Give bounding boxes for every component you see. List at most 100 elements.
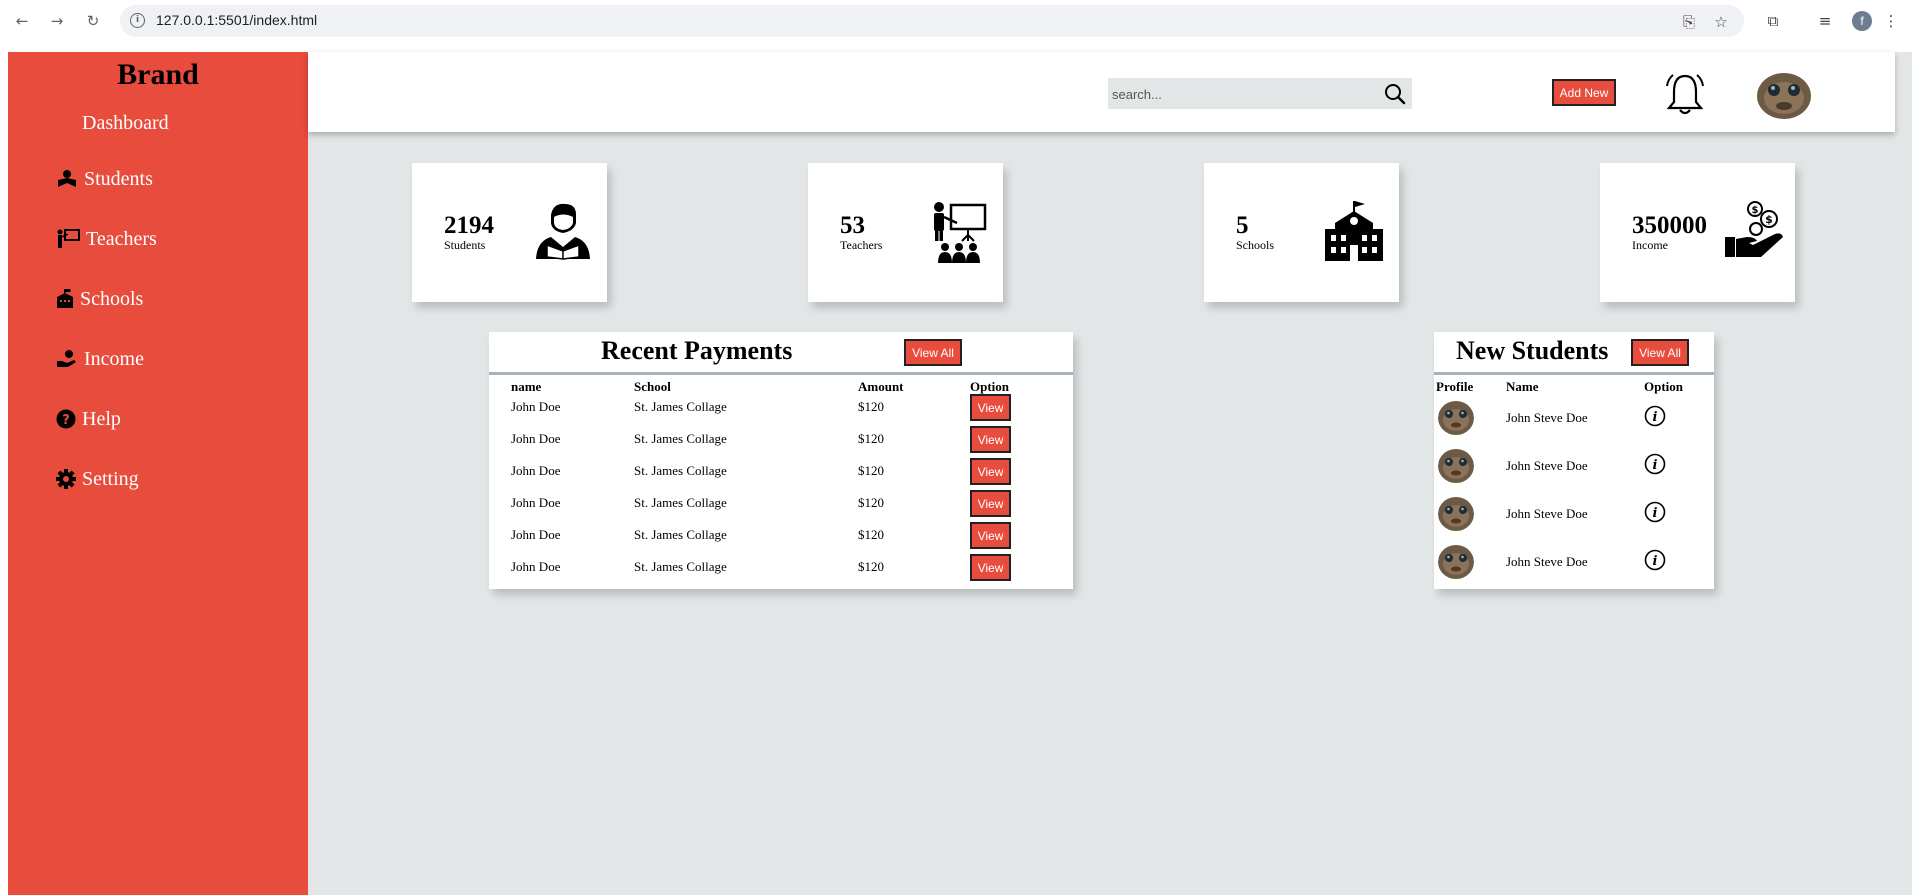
main-content: Add New 2194 Students 53 Teachers 5 <box>308 52 1912 895</box>
panel-header: Recent Payments View All <box>489 332 1073 375</box>
url-text[interactable]: 127.0.0.1:5501/index.html <box>156 12 317 28</box>
translate-icon[interactable]: ⎘ <box>1680 13 1698 31</box>
column-header-option: Option <box>970 379 1010 394</box>
svg-text:i: i <box>1653 506 1658 521</box>
student-name: John Steve Doe <box>1506 458 1588 473</box>
stat-value: 350000 <box>1632 212 1707 239</box>
student-reading-icon <box>56 169 78 189</box>
column-header-option: Option <box>1644 379 1684 394</box>
view-button[interactable]: View <box>970 458 1011 485</box>
search-input[interactable] <box>1110 82 1374 106</box>
forward-arrow-icon[interactable]: → <box>47 11 67 31</box>
sidebar-item-label: Income <box>84 347 144 370</box>
column-header-school: School <box>634 379 671 394</box>
bookmark-star-icon[interactable]: ☆ <box>1712 13 1730 31</box>
stat-card-teachers: 53 Teachers <box>808 163 1003 302</box>
site-info-icon[interactable]: i <box>130 13 145 28</box>
cell-amount: $120 <box>858 399 884 414</box>
info-icon[interactable]: i <box>1644 405 1666 432</box>
svg-text:i: i <box>1653 410 1658 425</box>
info-icon[interactable]: i <box>1644 549 1666 576</box>
cell-name: John Doe <box>511 495 561 510</box>
sidebar-item-dashboard[interactable]: Dashboard <box>82 112 169 135</box>
sidebar-item-label: Teachers <box>86 227 157 250</box>
cell-amount: $120 <box>858 431 884 446</box>
student-icon <box>533 201 593 266</box>
menu-kebab-icon[interactable]: ⋮ <box>1880 10 1902 32</box>
column-header-amount: Amount <box>858 379 904 394</box>
recent-payments-panel: Recent Payments View All name School Amo… <box>489 332 1073 589</box>
top-bar: Add New <box>308 52 1895 132</box>
panel-header: New Students View All <box>1434 332 1714 375</box>
stat-value: 5 <box>1236 212 1249 239</box>
view-all-payments-button[interactable]: View All <box>904 339 962 366</box>
stat-value: 53 <box>840 212 865 239</box>
student-name: John Steve Doe <box>1506 554 1588 569</box>
sidebar: Brand Dashboard Students Teachers School… <box>8 52 308 895</box>
panel-title: New Students <box>1456 336 1609 365</box>
back-arrow-icon[interactable]: ← <box>12 11 32 31</box>
income-icon: $ $ <box>1723 201 1787 268</box>
svg-text:i: i <box>1653 554 1658 569</box>
cell-amount: $120 <box>858 495 884 510</box>
stat-label: Students <box>444 238 486 252</box>
cell-school: St. James Collage <box>634 527 727 542</box>
sidebar-item-setting[interactable]: Setting <box>56 464 139 494</box>
view-button[interactable]: View <box>970 490 1011 517</box>
sidebar-item-income[interactable]: Income <box>56 344 144 374</box>
cell-amount: $120 <box>858 527 884 542</box>
media-control-icon[interactable]: ≡ <box>1814 10 1836 32</box>
user-avatar[interactable] <box>1756 68 1812 120</box>
brand-logo[interactable]: Brand <box>8 58 308 92</box>
extensions-icon[interactable]: ⧉ <box>1762 10 1784 32</box>
info-icon[interactable]: i <box>1644 453 1666 480</box>
sidebar-item-label: Schools <box>80 287 144 310</box>
teacher-class-icon <box>927 201 989 268</box>
sidebar-item-label: Help <box>82 407 121 430</box>
column-header-name: Name <box>1506 379 1539 394</box>
svg-text:$: $ <box>1752 205 1759 216</box>
stat-value: 2194 <box>444 212 494 239</box>
column-header-name: name <box>511 379 542 394</box>
new-students-panel: New Students View All Profile Name Optio… <box>1434 332 1714 589</box>
student-avatar[interactable] <box>1438 400 1474 436</box>
svg-text:?: ? <box>62 413 70 428</box>
cell-school: St. James Collage <box>634 463 727 478</box>
svg-text:i: i <box>1653 458 1658 473</box>
cell-amount: $120 <box>858 463 884 478</box>
cell-amount: $120 <box>858 559 884 574</box>
student-avatar[interactable] <box>1438 448 1474 484</box>
view-button[interactable]: View <box>970 522 1011 549</box>
cell-school: St. James Collage <box>634 495 727 510</box>
sidebar-item-teachers[interactable]: Teachers <box>56 224 157 254</box>
bell-icon[interactable] <box>1664 72 1706 121</box>
cell-name: John Doe <box>511 399 561 414</box>
cell-school: St. James Collage <box>634 399 727 414</box>
view-button[interactable]: View <box>970 554 1011 581</box>
info-icon[interactable]: i <box>1644 501 1666 528</box>
sidebar-item-schools[interactable]: Schools <box>56 284 143 314</box>
sidebar-item-help[interactable]: ? Help <box>56 404 121 434</box>
profile-avatar[interactable]: f <box>1852 11 1872 31</box>
stat-card-schools: 5 Schools <box>1204 163 1399 302</box>
cell-name: John Doe <box>511 431 561 446</box>
student-avatar[interactable] <box>1438 544 1474 580</box>
cell-name: John Doe <box>511 559 561 574</box>
add-new-button[interactable]: Add New <box>1552 79 1616 106</box>
page: Brand Dashboard Students Teachers School… <box>0 42 1912 895</box>
svg-text:$: $ <box>1765 213 1773 226</box>
sidebar-item-students[interactable]: Students <box>56 164 153 194</box>
search-icon[interactable] <box>1384 83 1406 110</box>
address-bar[interactable]: i 127.0.0.1:5501/index.html ⎘ ☆ <box>120 5 1744 37</box>
gear-icon <box>56 469 76 489</box>
view-button[interactable]: View <box>970 426 1011 453</box>
stat-label: Teachers <box>840 238 883 252</box>
stat-card-students: 2194 Students <box>412 163 607 302</box>
student-avatar[interactable] <box>1438 496 1474 532</box>
reload-icon[interactable]: ↻ <box>83 11 103 31</box>
sidebar-item-label: Students <box>84 167 153 190</box>
view-button[interactable]: View <box>970 394 1011 421</box>
school-icon <box>1323 201 1385 268</box>
stat-label: Schools <box>1236 238 1275 252</box>
view-all-students-button[interactable]: View All <box>1631 339 1689 366</box>
